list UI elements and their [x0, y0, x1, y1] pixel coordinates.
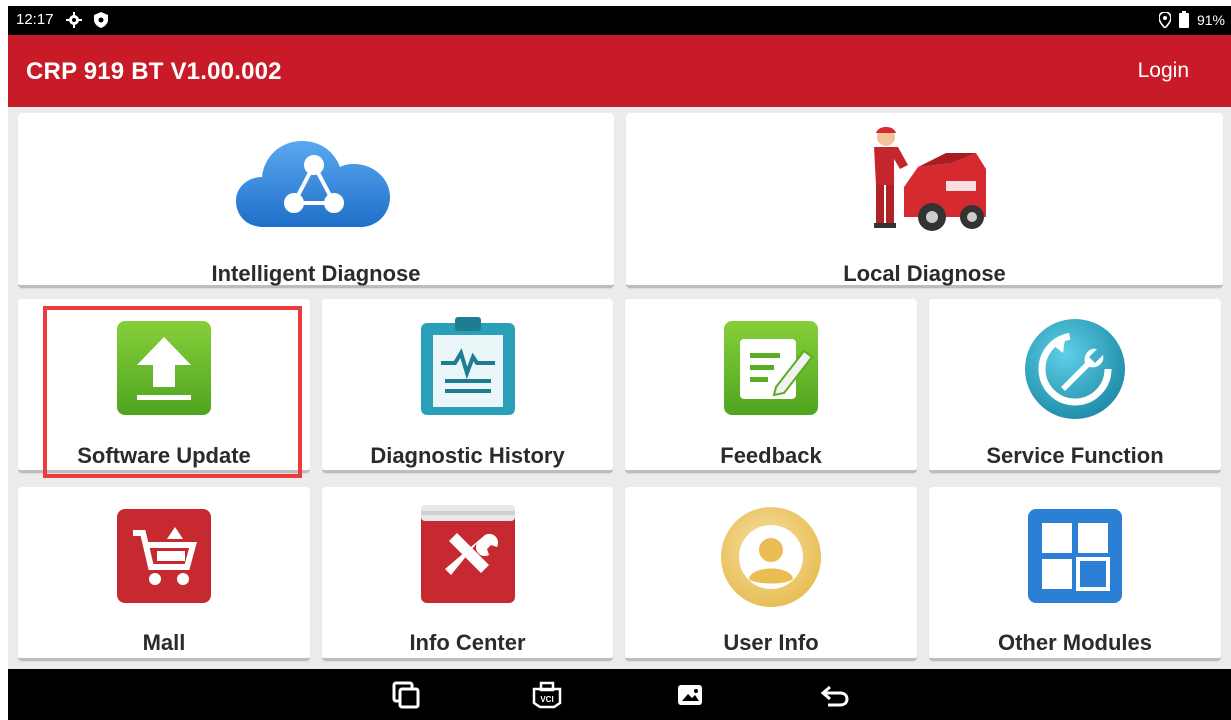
upload-icon [117, 321, 211, 420]
tile-label: Software Update [77, 443, 251, 468]
battery-percent: 91% [1196, 11, 1225, 28]
app-bar: CRP 919 BT V1.00.002 Login [8, 35, 1231, 107]
shield-icon [93, 11, 108, 28]
user-info-tile[interactable]: User Info [625, 487, 917, 661]
login-button[interactable]: Login [1138, 59, 1189, 83]
other-modules-tile[interactable]: Other Modules [929, 487, 1221, 661]
shopping-cart-icon [117, 509, 211, 608]
vci-icon[interactable]: VCI [530, 681, 564, 714]
local-diagnose-tile[interactable]: Local Diagnose [626, 113, 1223, 288]
mechanic-car-icon [860, 125, 990, 242]
tile-label: Mall [142, 630, 186, 655]
tile-label: Local Diagnose [843, 261, 1006, 286]
screenshot-icon[interactable] [676, 681, 704, 714]
tile-label: Feedback [720, 443, 822, 468]
info-center-tile[interactable]: Info Center [322, 487, 613, 661]
tools-book-icon [420, 505, 515, 608]
recent-apps-icon[interactable] [392, 681, 420, 714]
vci-label: VCI [540, 695, 553, 704]
back-icon[interactable] [820, 681, 850, 714]
status-bar: 12:17 91% [8, 6, 1231, 35]
feedback-tile[interactable]: Feedback [625, 299, 917, 473]
tile-label: Service Function [986, 443, 1164, 468]
status-time: 12:17 [16, 11, 54, 28]
tile-label: Diagnostic History [370, 443, 565, 468]
user-avatar-icon [719, 505, 823, 614]
tile-label: Intelligent Diagnose [211, 261, 421, 286]
software-update-tile[interactable]: Software Update [18, 299, 310, 473]
wrench-refresh-icon [1023, 317, 1127, 426]
cloud-share-icon [236, 131, 396, 236]
app-title: CRP 919 BT V1.00.002 [26, 58, 282, 85]
battery-icon [1178, 11, 1189, 28]
location-icon [1158, 11, 1171, 28]
clipboard-waveform-icon [420, 317, 515, 420]
navigation-bar: VCI [8, 669, 1231, 720]
grid-modules-icon [1028, 509, 1122, 608]
service-function-tile[interactable]: Service Function [929, 299, 1221, 473]
device-screen: 12:17 91% CRP 919 BT V1.00.002 Login Int… [8, 6, 1231, 720]
intelligent-diagnose-tile[interactable]: Intelligent Diagnose [18, 113, 614, 288]
mall-tile[interactable]: Mall [18, 487, 310, 661]
tile-label: Other Modules [997, 630, 1152, 655]
diagnostic-history-tile[interactable]: Diagnostic History [322, 299, 613, 473]
gear-icon [65, 11, 82, 28]
edit-note-icon [724, 321, 818, 420]
tile-label: Info Center [409, 630, 526, 655]
tile-label: User Info [723, 630, 819, 655]
